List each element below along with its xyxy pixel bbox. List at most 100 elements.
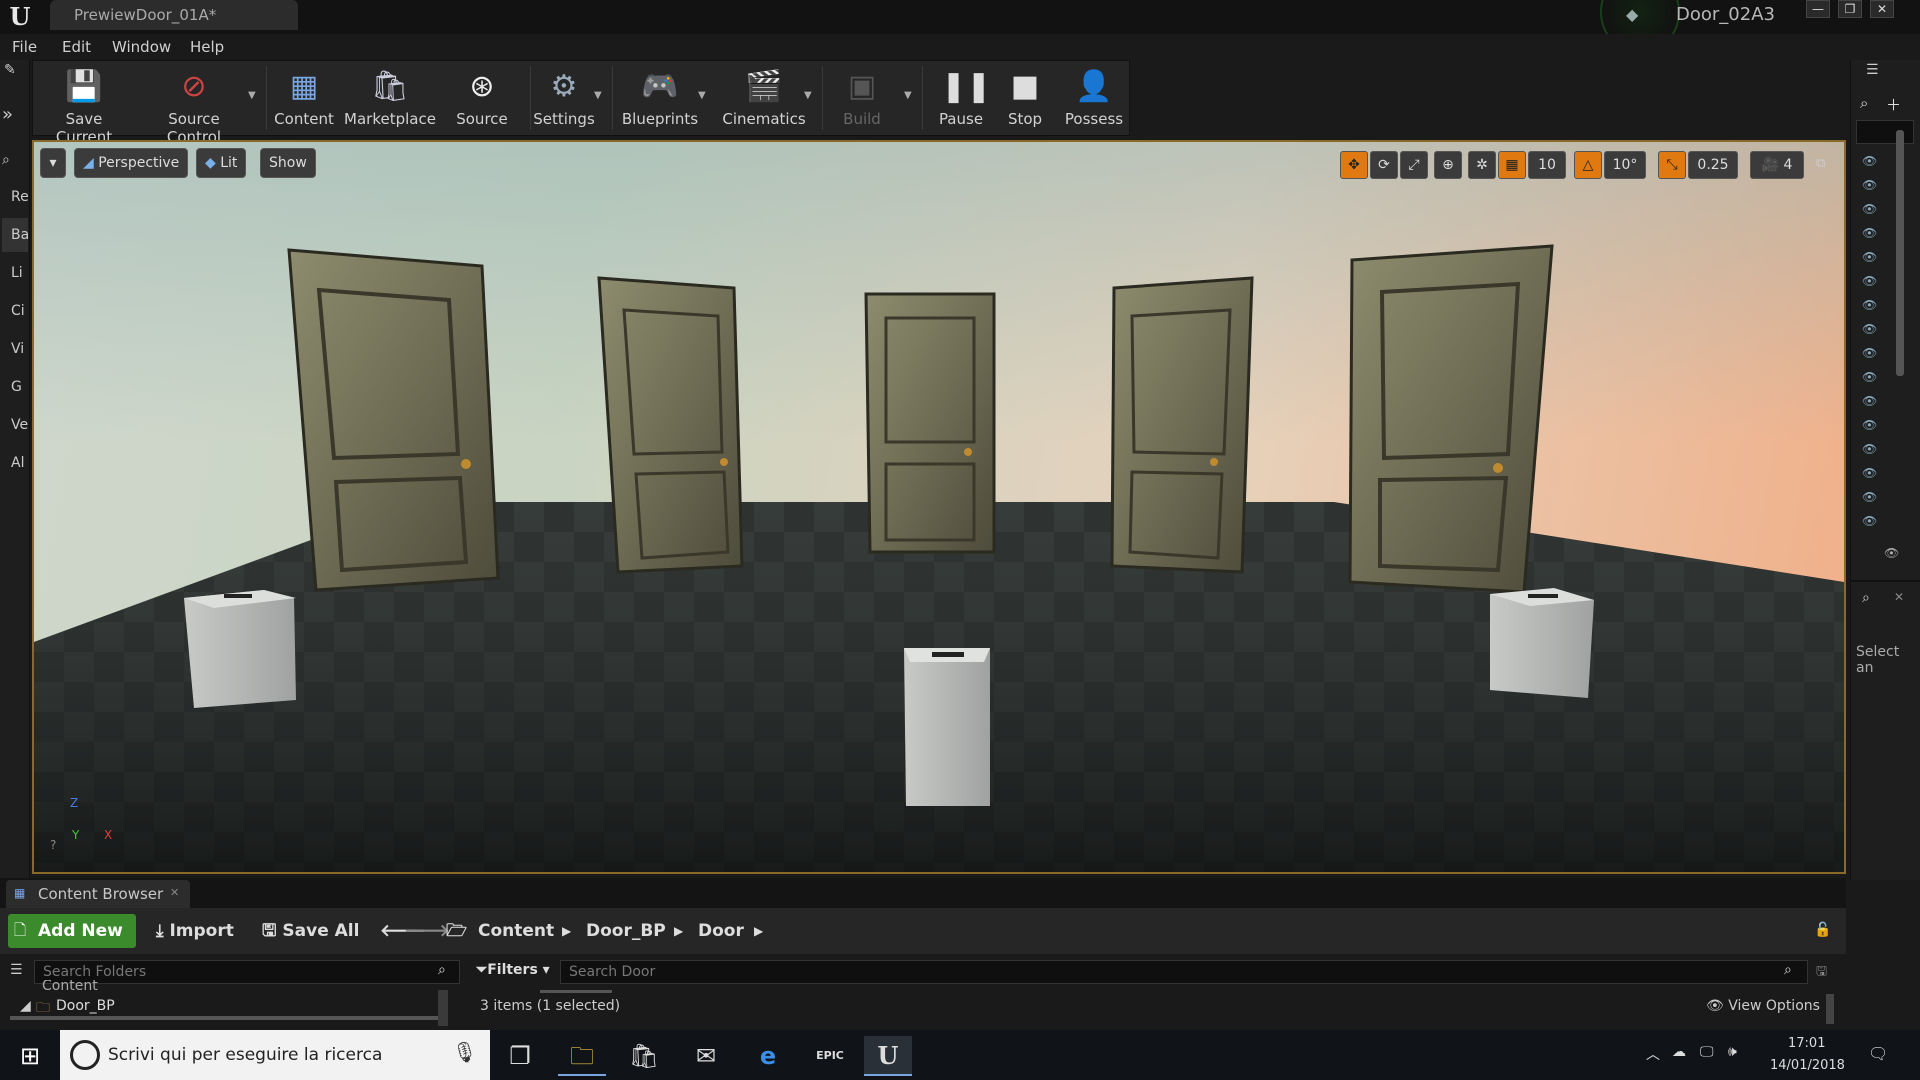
menu-file[interactable]: File <box>12 34 37 60</box>
visibility-eye-icon[interactable]: 👁 <box>1862 250 1882 264</box>
outliner-add-icon[interactable]: ＋ <box>1886 94 1910 114</box>
build-dropdown-icon[interactable]: ▼ <box>904 90 914 101</box>
breadcrumb-chevron-icon[interactable]: ▶ <box>754 914 763 948</box>
visibility-eye-icon[interactable]: 👁 <box>1862 202 1882 216</box>
grid-snap-value[interactable]: 10 <box>1528 151 1566 179</box>
viewport-options-dropdown[interactable]: ▾ <box>40 148 66 178</box>
breadcrumb-door[interactable]: Door <box>698 914 744 948</box>
rotate-tool-icon[interactable]: ⟳ <box>1370 151 1398 179</box>
file-explorer-icon[interactable]: 🗀 <box>558 1036 606 1076</box>
show-button[interactable]: Show <box>260 148 316 178</box>
cinematics-button[interactable]: 🎬 Cinematics <box>720 62 808 134</box>
task-view-icon[interactable]: ❐ <box>496 1036 544 1076</box>
save-all-button[interactable]: 🖫 Save All <box>262 914 362 948</box>
lit-button[interactable]: ◆ Lit <box>196 148 247 178</box>
modes-tab-visual-effects[interactable]: Vi <box>2 332 28 366</box>
document-tab[interactable]: PrewiewDoor_01A* <box>50 0 298 30</box>
search-assets-icon[interactable]: ⌕ <box>1784 962 1802 980</box>
rotation-snap-icon[interactable]: △ <box>1574 151 1602 179</box>
visibility-eye-icon[interactable]: 👁 <box>1862 226 1882 240</box>
modes-tab-cinematic[interactable]: Ci <box>2 294 28 328</box>
back-arrow-icon[interactable]: 🡐 <box>380 914 426 948</box>
scale-tool-icon[interactable]: ⤢ <box>1400 151 1428 179</box>
save-current-button[interactable]: 💾 Save Current <box>36 62 132 146</box>
visibility-eye-icon[interactable]: 👁 <box>1862 178 1882 192</box>
outliner-search-icon[interactable]: ⌕ <box>1860 94 1884 114</box>
modes-tab-lights[interactable]: Li <box>2 256 28 290</box>
scale-snap-value[interactable]: 0.25 <box>1688 151 1738 179</box>
asset-view-vscrollbar[interactable] <box>1826 994 1834 1024</box>
rotation-snap-value[interactable]: 10° <box>1604 151 1646 179</box>
onedrive-cloud-icon[interactable]: ☁ <box>1672 1044 1694 1064</box>
visibility-eye-icon[interactable]: 👁 <box>1862 322 1882 336</box>
visibility-eye-icon[interactable]: 👁 <box>1862 298 1882 312</box>
visibility-eye-icon[interactable]: 👁 <box>1862 154 1882 168</box>
visibility-eye-icon[interactable]: 👁 <box>1862 274 1882 288</box>
modes-tab-all-classes[interactable]: Al <box>2 446 28 480</box>
asset-view-scrollbar[interactable] <box>540 990 612 993</box>
modes-tab-basic[interactable]: Ba <box>2 218 29 252</box>
breadcrumb-door-bp[interactable]: Door_BP <box>586 914 666 948</box>
outliner-search-input[interactable] <box>1856 120 1914 144</box>
content-button[interactable]: ▦ Content <box>272 62 336 134</box>
lock-icon[interactable]: 🔓 <box>1814 922 1834 942</box>
modes-tab-recent[interactable]: Re <box>2 180 29 214</box>
folder-tree-scrollbar[interactable] <box>438 990 448 1026</box>
details-close-icon[interactable]: ✕ <box>1894 590 1910 610</box>
search-icon[interactable]: ⌕ <box>2 152 28 172</box>
stop-button[interactable]: ■ Stop <box>1000 62 1050 134</box>
visibility-eye-icon[interactable]: 👁 <box>1862 418 1882 432</box>
visibility-eye-icon[interactable]: 👁 <box>1862 514 1882 528</box>
maximize-button[interactable]: ❐ <box>1838 0 1862 18</box>
grid-snap-icon[interactable]: ▦ <box>1498 151 1526 179</box>
taskbar-clock-date[interactable]: 14/01/2018 <box>1770 1058 1845 1073</box>
settings-button[interactable]: ⚙ Settings <box>532 62 596 134</box>
menu-help[interactable]: Help <box>190 34 224 60</box>
close-button[interactable]: ✕ <box>1870 0 1894 18</box>
breadcrumb-chevron-icon[interactable]: ▶ <box>674 914 683 948</box>
modes-tab-geometry[interactable]: G <box>2 370 28 404</box>
mail-icon[interactable]: ✉ <box>682 1036 730 1076</box>
sources-panel-icon[interactable]: ☰ <box>10 962 30 982</box>
network-icon[interactable]: 🖵 <box>1700 1044 1722 1064</box>
windows-start-icon[interactable]: ⊞ <box>6 1036 54 1076</box>
help-icon[interactable]: ? <box>50 838 66 854</box>
world-space-icon[interactable]: ⊕ <box>1434 151 1462 179</box>
cinematics-dropdown-icon[interactable]: ▼ <box>804 90 814 101</box>
visibility-eye-icon[interactable]: 👁 <box>1862 370 1882 384</box>
store-icon[interactable]: 🛍 <box>620 1036 668 1076</box>
details-search-icon[interactable]: ⌕ <box>1862 590 1882 610</box>
outliner-scrollbar[interactable] <box>1896 130 1904 376</box>
maximize-viewport-icon[interactable]: ⧉ <box>1816 156 1832 172</box>
level-viewport[interactable] <box>32 140 1846 874</box>
filters-button[interactable]: ⏷Filters ▾ <box>476 962 556 984</box>
source-control-dropdown-icon[interactable]: ▼ <box>248 90 258 101</box>
minimize-button[interactable]: — <box>1806 0 1830 18</box>
import-button[interactable]: ⤓ Import <box>156 914 246 948</box>
modes-icon[interactable]: ✎ <box>4 62 28 82</box>
menu-edit[interactable]: Edit <box>62 34 91 60</box>
source-button[interactable]: ⊛ Source <box>444 62 520 134</box>
blueprints-dropdown-icon[interactable]: ▼ <box>698 90 708 101</box>
folder-expander-icon[interactable]: ◢ <box>20 998 31 1014</box>
epic-games-icon[interactable]: EPIC <box>806 1036 854 1076</box>
modes-tab-volumes[interactable]: Ve <box>2 408 28 442</box>
menu-window[interactable]: Window <box>112 34 171 60</box>
outliner-list-icon[interactable]: ☰ <box>1866 62 1886 82</box>
camera-speed-control[interactable]: 🎥 4 <box>1750 151 1804 179</box>
translate-tool-icon[interactable]: ✥ <box>1340 151 1368 179</box>
microphone-icon[interactable]: 🎙 <box>452 1040 477 1070</box>
folder-tree-door-bp[interactable]: Door_BP <box>56 998 115 1014</box>
forward-arrow-icon[interactable]: 🡒 <box>404 914 450 948</box>
marketplace-button[interactable]: 🛍 Marketplace <box>344 62 436 134</box>
source-control-button[interactable]: ⊘ Source Control <box>140 62 248 146</box>
edge-browser-icon[interactable]: e <box>744 1036 792 1076</box>
unreal-engine-taskbar-icon[interactable]: U <box>864 1036 912 1076</box>
folder-tree-root[interactable]: Content <box>42 980 98 994</box>
content-browser-close-icon[interactable]: ✕ <box>170 886 182 900</box>
taskbar-clock-time[interactable]: 17:01 <box>1788 1036 1825 1051</box>
search-folders-icon[interactable]: ⌕ <box>438 962 456 980</box>
possess-button[interactable]: 👤 Possess <box>1058 62 1130 134</box>
breadcrumb-chevron-icon[interactable]: ▶ <box>562 914 571 948</box>
perspective-button[interactable]: ◢ Perspective <box>74 148 189 178</box>
